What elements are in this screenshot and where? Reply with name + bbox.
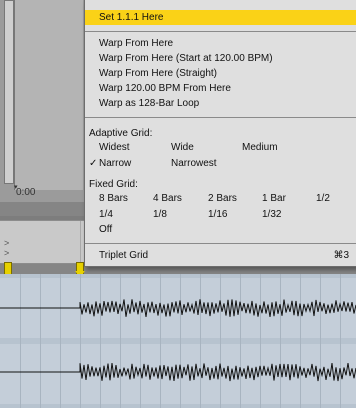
fixed-grid-1-2[interactable]: 1/2: [316, 192, 330, 205]
left-scrollbar[interactable]: [4, 0, 14, 184]
time-readout: 0:00: [16, 187, 36, 198]
menu-separator: [85, 31, 356, 32]
adaptive-grid-header: Adaptive Grid:: [89, 128, 153, 139]
fixed-grid-off[interactable]: Off: [99, 223, 112, 236]
menu-item-warp-from-here[interactable]: Warp From Here: [85, 36, 356, 51]
fixed-grid-8-bars[interactable]: 8 Bars: [99, 192, 128, 205]
adaptive-grid-narrow[interactable]: Narrow: [99, 157, 131, 170]
waveform: [0, 299, 356, 382]
fixed-grid-header: Fixed Grid:: [89, 179, 138, 190]
fixed-grid-1-8[interactable]: 1/8: [153, 208, 167, 221]
adaptive-grid-medium[interactable]: Medium: [242, 141, 278, 154]
adaptive-grid-wide[interactable]: Wide: [171, 141, 194, 154]
context-menu: Set 1.1.1 Here Warp From Here Warp From …: [84, 0, 356, 267]
fixed-grid-1-32[interactable]: 1/32: [262, 208, 281, 221]
clip-slot-panel: [14, 0, 83, 190]
fixed-grid-4-bars[interactable]: 4 Bars: [153, 192, 182, 205]
menu-item-warp-120-bpm[interactable]: Warp 120.00 BPM From Here: [85, 81, 356, 96]
menu-item-set-here[interactable]: Set 1.1.1 Here: [85, 10, 356, 25]
fixed-grid-1-bar[interactable]: 1 Bar: [262, 192, 286, 205]
adaptive-grid-widest[interactable]: Widest: [99, 141, 130, 154]
adaptive-grid-narrowest[interactable]: Narrowest: [171, 157, 217, 170]
menu-item-triplet-grid[interactable]: Triplet Grid ⌘3: [85, 248, 356, 263]
menu-separator: [85, 243, 356, 244]
shortcut-label: ⌘3: [333, 250, 349, 261]
ruler-arrow-icon: >: [4, 238, 10, 248]
fixed-grid-2-bars[interactable]: 2 Bars: [208, 192, 237, 205]
checkmark-icon: ✓: [89, 158, 98, 169]
fixed-grid-1-16[interactable]: 1/16: [208, 208, 227, 221]
waveform-editor[interactable]: [0, 274, 356, 408]
ruler-arrow-icon: >: [4, 248, 10, 258]
ruler-tick: [80, 221, 81, 263]
menu-separator: [85, 117, 356, 118]
menu-item-warp-128-bar-loop[interactable]: Warp as 128-Bar Loop: [85, 96, 356, 111]
menu-item-warp-from-here-120[interactable]: Warp From Here (Start at 120.00 BPM): [85, 51, 356, 66]
menu-item-warp-from-here-straight[interactable]: Warp From Here (Straight): [85, 66, 356, 81]
fixed-grid-1-4[interactable]: 1/4: [99, 208, 113, 221]
